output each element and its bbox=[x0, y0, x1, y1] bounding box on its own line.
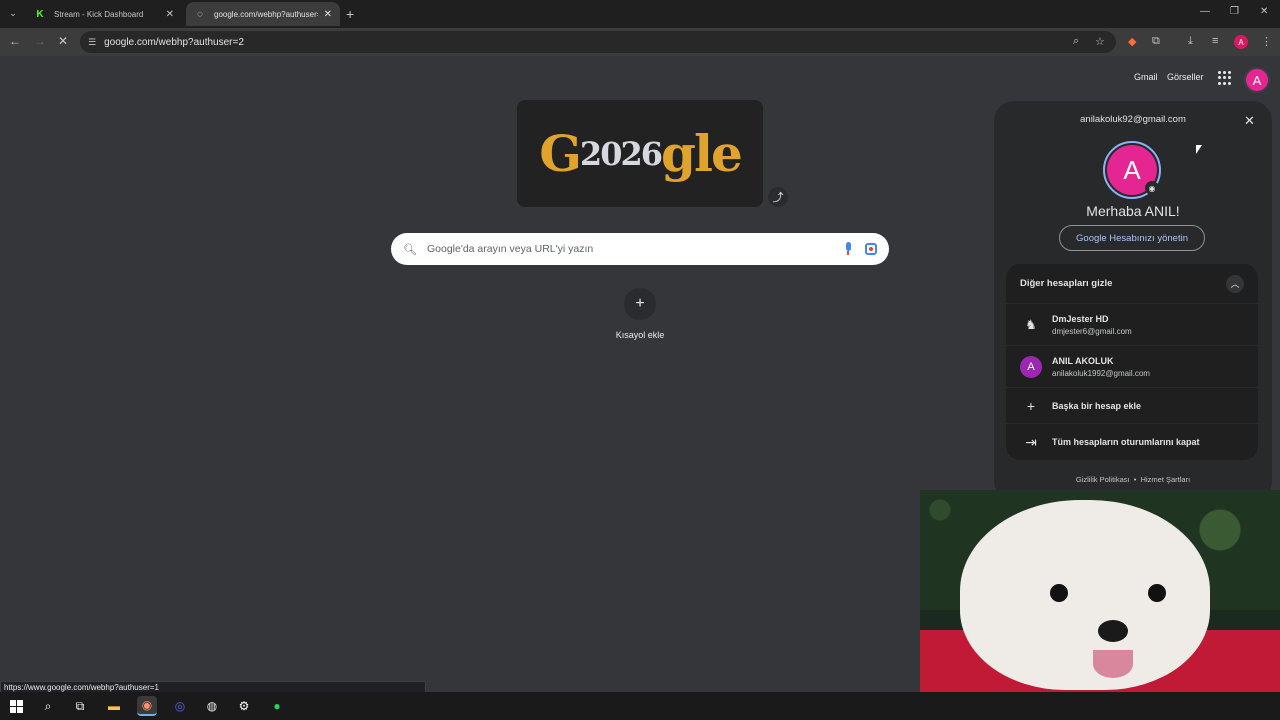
media-control-icon[interactable]: ≡ bbox=[1212, 35, 1218, 47]
sign-out-all-button[interactable]: ⇥ Tüm hesapların oturumlarını kapat bbox=[1006, 424, 1258, 460]
white-dog bbox=[960, 500, 1210, 690]
windows-start-icon[interactable] bbox=[6, 696, 26, 716]
tab-google[interactable]: ◌ google.com/webhp?authuser= ✕ bbox=[186, 2, 340, 26]
tab-title: google.com/webhp?authuser= bbox=[214, 9, 318, 19]
account-name: DmJester HD bbox=[1052, 313, 1109, 324]
loading-icon: ◌ bbox=[197, 8, 203, 20]
sign-out-label: Tüm hesapların oturumlarını kapat bbox=[1052, 437, 1200, 447]
close-window-icon[interactable]: ✕ bbox=[1260, 6, 1268, 17]
dog-nose bbox=[1098, 620, 1128, 642]
add-shortcut-label: Kısayol ekle bbox=[615, 330, 665, 340]
url-text: google.com/webhp?authuser=2 bbox=[104, 36, 244, 48]
share-icon[interactable]: ⤴ bbox=[768, 187, 788, 207]
bookmark-star-icon[interactable]: ☆ bbox=[1095, 35, 1105, 48]
add-account-label: Başka bir hesap ekle bbox=[1052, 400, 1142, 411]
account-email: dmjester6@gmail.com bbox=[1052, 326, 1132, 336]
google-account-avatar[interactable]: A bbox=[1244, 67, 1270, 93]
account-email: anilakoluk1992@gmail.com bbox=[1052, 368, 1150, 378]
plus-icon: + bbox=[1026, 397, 1036, 414]
account-avatar-icon: A bbox=[1020, 355, 1042, 378]
search-icon[interactable]: ⌕ bbox=[38, 696, 58, 716]
doodle-letter: G bbox=[539, 124, 582, 183]
google-apps-icon[interactable] bbox=[1218, 71, 1232, 85]
dog-tongue bbox=[1093, 650, 1133, 678]
tab-title: Stream - Kick Dashboard bbox=[54, 9, 144, 19]
add-shortcut[interactable]: + Kısayol ekle bbox=[610, 288, 670, 340]
tab-strip: ⌄ K Stream - Kick Dashboard ✕ ◌ google.c… bbox=[0, 0, 1280, 28]
task-view-icon[interactable]: ⧉ bbox=[70, 696, 90, 716]
camera-icon[interactable]: ◉ bbox=[1145, 181, 1159, 195]
account-email: anilakoluk92@gmail.com bbox=[1080, 114, 1186, 125]
dog-eye bbox=[1148, 584, 1166, 602]
account-avatar[interactable]: A ◉ bbox=[1103, 141, 1161, 199]
chrome-profile-icon[interactable]: ◉ bbox=[137, 696, 157, 716]
spotify-icon[interactable]: ● bbox=[267, 696, 287, 716]
profile-avatar[interactable]: A bbox=[1234, 35, 1248, 49]
new-tab-button[interactable]: + bbox=[346, 6, 354, 22]
footer-separator: • bbox=[1133, 475, 1137, 484]
microphone-icon[interactable] bbox=[843, 242, 853, 256]
zoom-icon[interactable]: ⌕ bbox=[1073, 35, 1079, 48]
account-panel: anilakoluk92@gmail.com ✕ A ◉ Merhaba ANI… bbox=[994, 101, 1272, 501]
mouse-cursor bbox=[1196, 145, 1202, 154]
tab-kick-dashboard[interactable]: K Stream - Kick Dashboard ✕ bbox=[26, 2, 182, 26]
file-explorer-icon[interactable]: ▬ bbox=[104, 696, 124, 716]
address-bar[interactable]: ☰ google.com/webhp?authuser=2 bbox=[80, 31, 1116, 53]
images-link[interactable]: Görseller bbox=[1167, 72, 1204, 82]
add-account-button[interactable]: + Başka bir hesap ekle bbox=[1006, 388, 1258, 424]
discord-icon[interactable]: ◎ bbox=[170, 696, 190, 716]
account-list: Diğer hesapları gizle ︿ ♞ DmJester HD dm… bbox=[1006, 264, 1258, 460]
sign-out-icon: ⇥ bbox=[1025, 433, 1037, 450]
settings-gear-icon[interactable]: ⚙ bbox=[234, 696, 254, 716]
site-info-icon[interactable]: ☰ bbox=[88, 37, 96, 48]
greeting: Merhaba ANIL! bbox=[1086, 203, 1180, 219]
doodle-year: 2026 bbox=[579, 134, 663, 173]
jester-avatar-icon: ♞ bbox=[1020, 313, 1042, 336]
stop-icon[interactable]: ✕ bbox=[58, 34, 68, 48]
obs-icon[interactable]: ◍ bbox=[202, 696, 222, 716]
account-item-dmjester[interactable]: ♞ DmJester HD dmjester6@gmail.com bbox=[1006, 304, 1258, 346]
privacy-link[interactable]: Gizlilik Politikası bbox=[1076, 475, 1130, 484]
browser-toolbar: ← → ✕ ☰ google.com/webhp?authuser=2 ⌕ ☆ … bbox=[0, 28, 1280, 56]
search-input[interactable]: Google'da arayın veya URL'yi yazın bbox=[427, 243, 843, 255]
account-name: ANIL AKOLUK bbox=[1052, 355, 1114, 366]
account-footer: Gizlilik Politikası • Hizmet Şartları bbox=[994, 475, 1272, 484]
kick-icon: K bbox=[36, 8, 44, 20]
back-icon[interactable]: ← bbox=[9, 34, 21, 48]
forward-icon[interactable]: → bbox=[34, 34, 46, 48]
hide-accounts-toggle[interactable]: Diğer hesapları gizle ︿ bbox=[1006, 264, 1258, 304]
account-item-anil[interactable]: A ANIL AKOLUK anilakoluk1992@gmail.com bbox=[1006, 346, 1258, 388]
extension-fox-icon[interactable]: ◆ bbox=[1128, 35, 1136, 48]
doodle-letters: gle bbox=[660, 124, 743, 183]
close-tab-icon[interactable]: ✕ bbox=[166, 9, 174, 20]
gmail-link[interactable]: Gmail bbox=[1134, 72, 1158, 82]
search-box[interactable]: 🔍︎ Google'da arayın veya URL'yi yazın bbox=[391, 233, 889, 265]
extensions-icon[interactable]: ⧉ bbox=[1152, 35, 1160, 48]
menu-icon[interactable]: ⋮ bbox=[1261, 35, 1272, 48]
restore-icon[interactable]: ❐ bbox=[1230, 6, 1239, 17]
tab-search-icon[interactable]: ⌄ bbox=[4, 4, 22, 22]
minimize-icon[interactable]: — bbox=[1200, 6, 1210, 17]
google-lens-icon[interactable] bbox=[865, 243, 877, 255]
search-icon: 🔍︎ bbox=[403, 243, 417, 256]
close-icon[interactable]: ✕ bbox=[1244, 113, 1255, 129]
download-icon[interactable]: ⤓ bbox=[1188, 35, 1193, 48]
manage-account-button[interactable]: Google Hesabınızı yönetin bbox=[1059, 225, 1205, 251]
terms-link[interactable]: Hizmet Şartları bbox=[1141, 475, 1191, 484]
google-doodle[interactable]: G 2026 gle bbox=[517, 100, 763, 207]
hide-accounts-label: Diğer hesapları gizle bbox=[1020, 278, 1113, 289]
close-tab-icon[interactable]: ✕ bbox=[324, 9, 332, 20]
dog-eye bbox=[1050, 584, 1068, 602]
chevron-up-icon[interactable]: ︿ bbox=[1226, 274, 1244, 293]
plus-icon[interactable]: + bbox=[624, 288, 656, 320]
taskbar: ⌕ ⧉ ▬ ◉ ◎ ◍ ⚙ ● bbox=[0, 692, 1280, 720]
webcam-overlay bbox=[920, 490, 1280, 720]
